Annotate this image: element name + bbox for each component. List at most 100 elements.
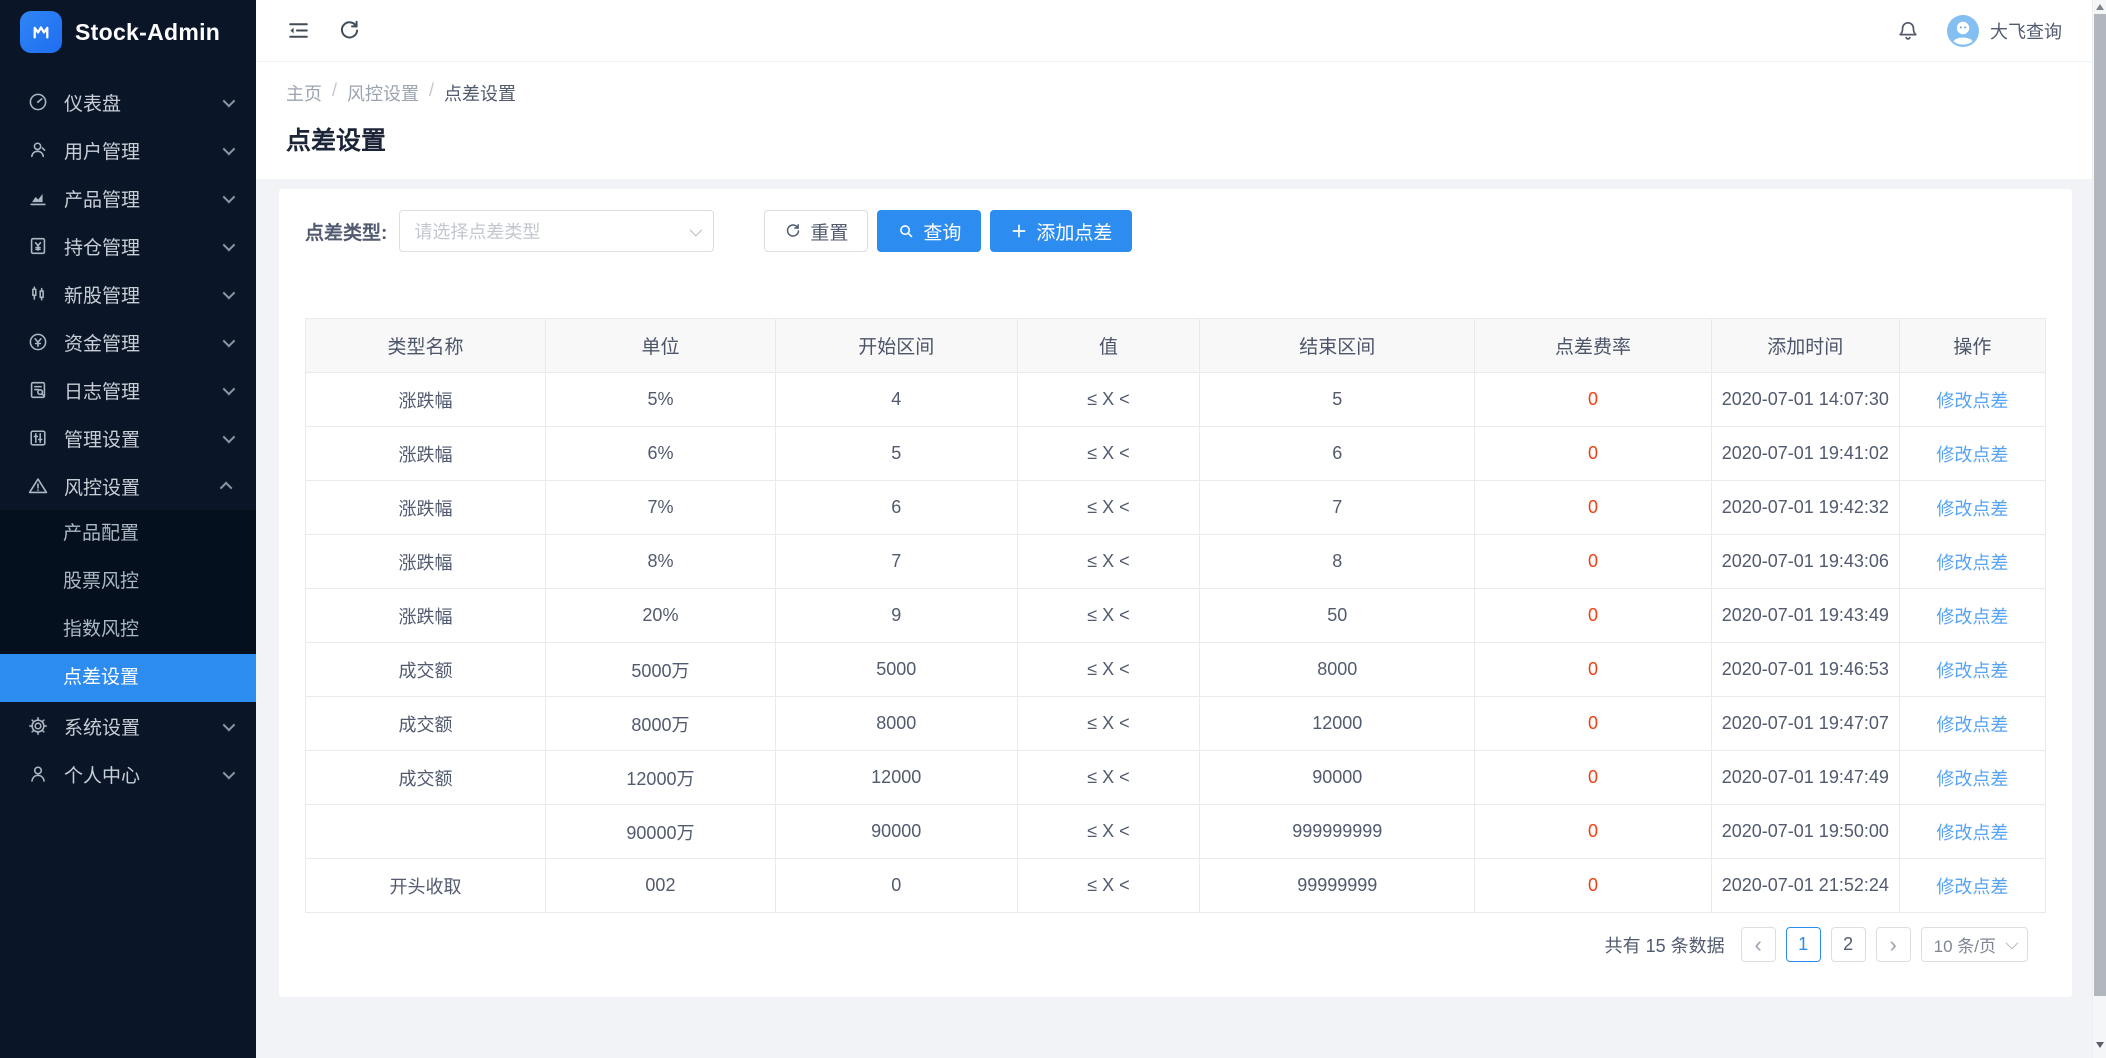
cell-operator: ≤ X < (1017, 859, 1200, 913)
cell-start-range: 5000 (775, 643, 1017, 697)
sidebar-item-user-management[interactable]: 用户管理 (0, 126, 256, 174)
reset-button[interactable]: 重置 (764, 210, 868, 252)
modify-spread-link[interactable]: 修改点差 (1936, 607, 2008, 627)
table-header-row: 类型名称单位开始区间值结束区间点差费率添加时间操作 (306, 319, 2046, 373)
modify-spread-link[interactable]: 修改点差 (1936, 499, 2008, 519)
spread-settings-card: 点差类型: 请选择点差类型 重置 (279, 189, 2072, 997)
sidebar-item-dashboard[interactable]: 仪表盘 (0, 78, 256, 126)
cell-actions: 修改点差 (1899, 535, 2045, 589)
cell-add-time: 2020-07-01 14:07:30 (1711, 373, 1899, 427)
cell-unit: 8000万 (546, 697, 776, 751)
cell-operator: ≤ X < (1017, 427, 1200, 481)
cell-add-time: 2020-07-01 19:43:06 (1711, 535, 1899, 589)
cell-end-range: 50 (1200, 589, 1475, 643)
modify-spread-link[interactable]: 修改点差 (1936, 877, 2008, 897)
modify-spread-link[interactable]: 修改点差 (1936, 823, 2008, 843)
sidebar-item-funds-management[interactable]: 资金管理 (0, 318, 256, 366)
pagination-total: 共有 15 条数据 (1605, 932, 1725, 958)
sidebar-item-risk-settings[interactable]: 风控设置 (0, 462, 256, 510)
table-row: 涨跌幅5%4≤ X <502020-07-01 14:07:30修改点差 (306, 373, 2046, 427)
sidebar-item-manage-settings[interactable]: 管理设置 (0, 414, 256, 462)
cell-operator: ≤ X < (1017, 535, 1200, 589)
sidebar-subitem-index-risk[interactable]: 指数风控 (0, 606, 256, 654)
refresh-icon[interactable] (337, 18, 362, 43)
cell-start-range: 6 (775, 481, 1017, 535)
scroll-up-arrow-icon[interactable] (2093, 0, 2106, 14)
chevron-down-icon (223, 430, 236, 443)
page-size-select[interactable]: 10 条/页 (1921, 927, 2028, 962)
sidebar-item-log-management[interactable]: 日志管理 (0, 366, 256, 414)
main-area: 大飞查询 主页 / 风控设置 / 点差设置 点差设置 点差类型: 请选择点差类型 (256, 0, 2106, 1058)
cell-start-range: 9 (775, 589, 1017, 643)
search-button[interactable]: 查询 (877, 210, 981, 252)
cell-type-name: 涨跌幅 (306, 373, 546, 427)
table-row: 90000万90000≤ X <99999999902020-07-01 19:… (306, 805, 2046, 859)
search-button-label: 查询 (923, 218, 961, 245)
cell-unit: 6% (546, 427, 776, 481)
username[interactable]: 大飞查询 (1990, 18, 2062, 44)
breadcrumb-risk-settings[interactable]: 风控设置 (347, 80, 419, 106)
spread-type-select[interactable]: 请选择点差类型 (399, 210, 714, 252)
gear-icon (27, 715, 49, 737)
modify-spread-link[interactable]: 修改点差 (1936, 715, 2008, 735)
log-icon (27, 379, 49, 401)
cell-actions: 修改点差 (1899, 805, 2045, 859)
cell-unit: 002 (546, 859, 776, 913)
cell-add-time: 2020-07-01 19:43:49 (1711, 589, 1899, 643)
sidebar-item-label: 仪表盘 (64, 89, 215, 116)
sidebar-item-product-management[interactable]: 产品管理 (0, 174, 256, 222)
sidebar-item-label: 管理设置 (64, 425, 215, 452)
breadcrumb-separator: / (332, 80, 337, 106)
column-header: 类型名称 (306, 319, 546, 373)
column-header: 值 (1017, 319, 1200, 373)
add-spread-button[interactable]: 添加点差 (990, 210, 1132, 252)
cell-end-range: 99999999 (1200, 859, 1475, 913)
funds-icon (27, 331, 49, 353)
spread-table: 类型名称单位开始区间值结束区间点差费率添加时间操作 涨跌幅5%4≤ X <502… (305, 318, 2046, 913)
table-row: 开头收取0020≤ X <9999999902020-07-01 21:52:2… (306, 859, 2046, 913)
content-area: 点差类型: 请选择点差类型 重置 (256, 179, 2106, 1058)
sidebar-subitem-product-config[interactable]: 产品配置 (0, 510, 256, 558)
topbar-right: 大飞查询 (1896, 14, 2062, 48)
sidebar-item-position-management[interactable]: 持仓管理 (0, 222, 256, 270)
app-logo: Stock-Admin (0, 0, 256, 64)
cell-type-name: 涨跌幅 (306, 535, 546, 589)
modify-spread-link[interactable]: 修改点差 (1936, 661, 2008, 681)
sidebar-subitem-spread-settings[interactable]: 点差设置 (0, 654, 256, 702)
chevron-down-icon (223, 94, 236, 107)
pagination-prev-button[interactable]: ‹ (1741, 927, 1776, 962)
sidebar-item-newstock-management[interactable]: 新股管理 (0, 270, 256, 318)
sidebar-subitem-stock-risk[interactable]: 股票风控 (0, 558, 256, 606)
avatar[interactable] (1946, 14, 1980, 48)
cell-type-name: 涨跌幅 (306, 481, 546, 535)
pagination-page-1[interactable]: 1 (1786, 927, 1821, 962)
cell-operator: ≤ X < (1017, 481, 1200, 535)
breadcrumb-home[interactable]: 主页 (286, 80, 322, 106)
modify-spread-link[interactable]: 修改点差 (1936, 445, 2008, 465)
spread-type-label: 点差类型: (305, 218, 387, 245)
sidebar-item-label: 资金管理 (64, 329, 215, 356)
sidebar-item-system-settings[interactable]: 系统设置 (0, 702, 256, 750)
cell-actions: 修改点差 (1899, 697, 2045, 751)
vertical-scrollbar[interactable] (2092, 0, 2106, 1058)
chevron-down-icon (223, 286, 236, 299)
chevron-down-icon (223, 142, 236, 155)
sidebar-item-label: 持仓管理 (64, 233, 215, 260)
column-header: 点差费率 (1475, 319, 1712, 373)
modify-spread-link[interactable]: 修改点差 (1936, 391, 2008, 411)
notification-bell-icon[interactable] (1896, 19, 1920, 43)
modify-spread-link[interactable]: 修改点差 (1936, 553, 2008, 573)
cell-spread-rate: 0 (1475, 373, 1712, 427)
table-row: 成交额5000万5000≤ X <800002020-07-01 19:46:5… (306, 643, 2046, 697)
cell-unit: 7% (546, 481, 776, 535)
scroll-down-arrow-icon[interactable] (2093, 1038, 2106, 1052)
modify-spread-link[interactable]: 修改点差 (1936, 769, 2008, 789)
cell-add-time: 2020-07-01 19:41:02 (1711, 427, 1899, 481)
pagination-next-button[interactable]: › (1876, 927, 1911, 962)
table-row: 涨跌幅6%5≤ X <602020-07-01 19:41:02修改点差 (306, 427, 2046, 481)
pagination-page-2[interactable]: 2 (1831, 927, 1866, 962)
menu-collapse-icon[interactable] (286, 18, 311, 43)
spread-table-wrap: 类型名称单位开始区间值结束区间点差费率添加时间操作 涨跌幅5%4≤ X <502… (305, 318, 2046, 913)
scrollbar-thumb[interactable] (2094, 14, 2106, 996)
sidebar-item-profile-center[interactable]: 个人中心 (0, 750, 256, 798)
